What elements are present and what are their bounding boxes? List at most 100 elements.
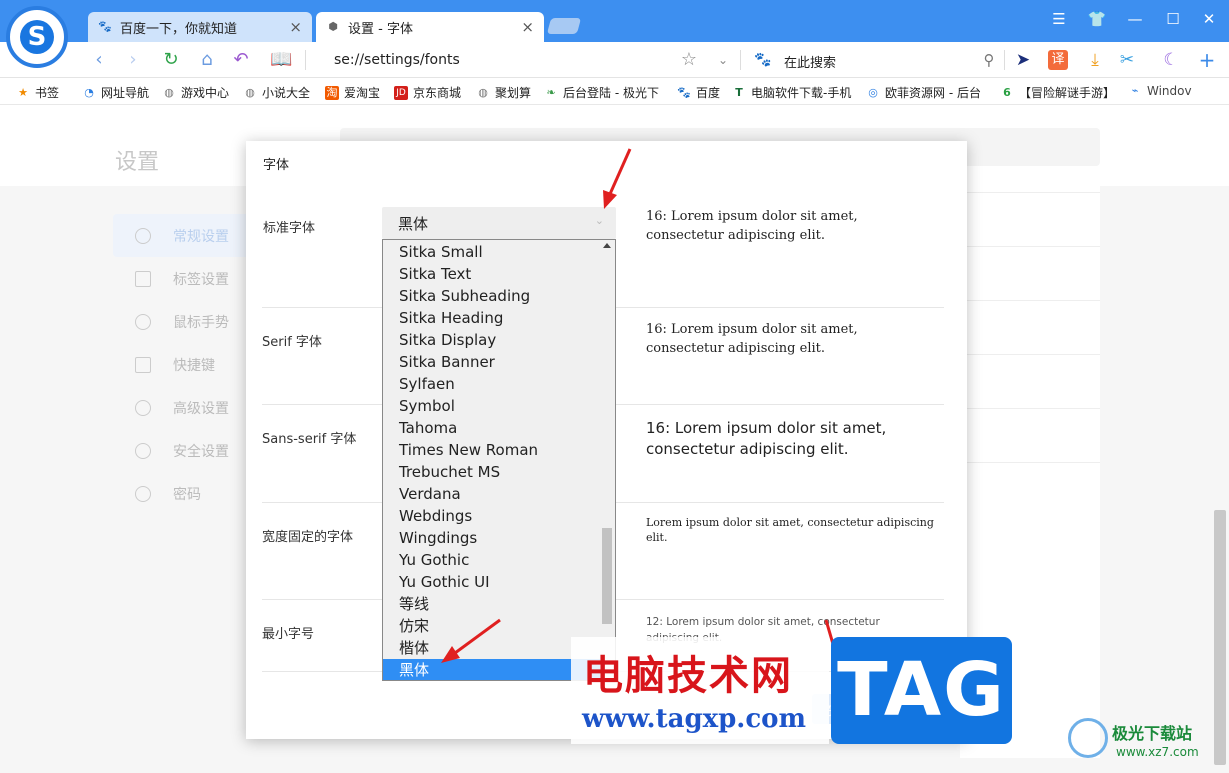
dropdown-option[interactable]: Symbol: [383, 395, 601, 417]
scroll-up-icon[interactable]: [603, 243, 611, 248]
bookmark-item[interactable]: ◎ 欧菲资源网 - 后台: [866, 84, 981, 101]
shortcut-icon: [135, 356, 151, 373]
bookmark-item[interactable]: ⌁ Windov: [1128, 84, 1192, 98]
maximize-icon[interactable]: ☐: [1160, 10, 1186, 28]
bookmark-item[interactable]: ★ 书签: [16, 84, 59, 101]
dropdown-option[interactable]: Wingdings: [383, 527, 601, 549]
undo-icon[interactable]: ↶: [230, 50, 252, 70]
minimize-icon[interactable]: —: [1122, 10, 1148, 28]
fixed-width-font-label: 宽度固定的字体: [262, 530, 354, 545]
translate-icon[interactable]: 译: [1048, 50, 1068, 70]
dropdown-option[interactable]: Sitka Small: [383, 241, 601, 263]
bookmark-label: 京东商城: [413, 86, 462, 100]
cursor-icon[interactable]: ➤: [1012, 50, 1034, 70]
sidebar-item-gestures[interactable]: 鼠标手势: [113, 300, 253, 343]
menu-icon[interactable]: ☰: [1046, 10, 1072, 28]
tab-settings-fonts[interactable]: ⬢ 设置 - 字体 ×: [316, 12, 544, 42]
bookmark-item[interactable]: ◔ 网址导航: [82, 84, 149, 101]
bookmark-item[interactable]: T 电脑软件下载-手机: [732, 84, 851, 101]
user-icon: [135, 485, 151, 502]
search-icon[interactable]: ⚲: [978, 50, 1000, 70]
sidebar-item-shortcuts[interactable]: 快捷键: [113, 343, 253, 386]
baidu-paw-icon: 🐾: [677, 85, 691, 99]
star-bookmark-icon[interactable]: ☆: [678, 50, 700, 70]
forward-icon[interactable]: ›: [122, 50, 144, 70]
font-dropdown-list[interactable]: Sitka Small Sitka Text Sitka Subheading Sit…: [382, 239, 616, 681]
jd-icon: JD: [394, 85, 408, 100]
dropdown-option[interactable]: 等线: [383, 593, 601, 615]
screenshot-icon[interactable]: ✂: [1116, 50, 1138, 70]
sidebar-item-tabs[interactable]: 标签设置: [113, 257, 253, 300]
reader-icon[interactable]: 📖: [270, 50, 292, 70]
dropdown-option[interactable]: Times New Roman: [383, 439, 601, 461]
bookmark-item[interactable]: ◍ 游戏中心: [162, 84, 229, 101]
dropdown-option[interactable]: Yu Gothic: [383, 549, 601, 571]
scroll-thumb[interactable]: [602, 528, 612, 624]
standard-font-select[interactable]: 黑体 ⌄: [382, 207, 616, 239]
dropdown-option[interactable]: Tahoma: [383, 417, 601, 439]
address-bar: ‹ › ↻ ⌂ ↶ 📖 se://settings/fonts ☆ ⌄ 🐾 在此…: [0, 42, 1229, 78]
sidebar-item-password[interactable]: 密码: [113, 472, 253, 515]
sidebar-item-label: 标签设置: [173, 271, 229, 288]
divider: [305, 50, 306, 70]
dropdown-option[interactable]: Sitka Subheading: [383, 285, 601, 307]
home-icon[interactable]: ⌂: [196, 50, 218, 70]
bookmark-item[interactable]: 淘爱淘宝: [325, 84, 380, 101]
bookmark-label: 游戏中心: [181, 86, 230, 100]
leaf-icon: ❧: [546, 85, 556, 99]
close-icon[interactable]: ×: [521, 18, 534, 36]
sidebar-item-general[interactable]: 常规设置: [113, 214, 253, 257]
skin-icon[interactable]: 👕: [1084, 10, 1110, 28]
divider: [740, 50, 741, 70]
chevron-down-icon: ⌄: [594, 214, 604, 227]
dropdown-option[interactable]: Sitka Display: [383, 329, 601, 351]
dropdown-option[interactable]: Yu Gothic UI: [383, 571, 601, 593]
minimum-size-label: 最小字号: [262, 627, 315, 642]
dialog-title: 字体: [263, 158, 290, 173]
chevron-down-icon[interactable]: ⌄: [712, 50, 734, 70]
page-scrollbar[interactable]: [1214, 510, 1226, 765]
search-input[interactable]: 在此搜索: [784, 52, 836, 71]
dropdown-option[interactable]: Sitka Text: [383, 263, 601, 285]
dropdown-option[interactable]: Webdings: [383, 505, 601, 527]
dropdown-option[interactable]: Sylfaen: [383, 373, 601, 395]
dropdown-option[interactable]: 仿宋: [383, 615, 601, 637]
bookmark-item[interactable]: 🐾 百度: [677, 84, 720, 101]
divider: [960, 408, 1100, 409]
taobao-icon: 淘: [325, 85, 339, 100]
dropdown-scrollbar[interactable]: [600, 240, 615, 680]
watermark-globe-icon: [1068, 718, 1108, 758]
globe-icon: ◍: [164, 85, 174, 99]
bookmark-item[interactable]: JD 京东商城: [394, 84, 461, 101]
window-close-icon[interactable]: ✕: [1196, 10, 1222, 28]
url-field[interactable]: se://settings/fonts: [334, 52, 460, 68]
divider: [1004, 50, 1005, 70]
bookmark-label: 欧菲资源网 - 后台: [885, 86, 981, 100]
night-mode-icon[interactable]: ☾: [1160, 50, 1182, 70]
bookmark-item[interactable]: ◍ 聚划算: [476, 84, 531, 101]
download-icon[interactable]: ⤓: [1084, 50, 1106, 70]
bookmark-item[interactable]: ◍ 小说大全: [243, 84, 310, 101]
sidebar-item-security[interactable]: 安全设置: [113, 429, 253, 472]
close-icon[interactable]: ×: [289, 18, 302, 36]
bookmark-item[interactable]: ❧ 后台登陆 - 极光下: [544, 84, 659, 101]
sidebar-item-advanced[interactable]: 高级设置: [113, 386, 253, 429]
fixed-width-font-preview: Lorem ipsum dolor sit amet, consectetur …: [646, 516, 934, 544]
new-tab-button[interactable]: [546, 18, 582, 34]
bookmark-label: 百度: [696, 86, 721, 100]
plus-icon[interactable]: +: [1196, 50, 1218, 70]
bookmark-item[interactable]: 6 【冒险解谜手游】: [1000, 84, 1115, 101]
dropdown-option[interactable]: 楷体: [383, 637, 601, 659]
dropdown-option[interactable]: Trebuchet MS: [383, 461, 601, 483]
sans-serif-font-label: Sans-serif 字体: [262, 432, 357, 447]
star-icon: ★: [18, 85, 28, 99]
refresh-icon[interactable]: ↻: [160, 50, 182, 70]
dropdown-option[interactable]: Sitka Banner: [383, 351, 601, 373]
tab-baidu[interactable]: 🐾 百度一下，你就知道 ×: [88, 12, 312, 42]
dropdown-option[interactable]: Verdana: [383, 483, 601, 505]
bookmark-label: 电脑软件下载-手机: [751, 86, 852, 100]
back-icon[interactable]: ‹: [88, 50, 110, 70]
dropdown-option[interactable]: 黑体: [383, 659, 601, 680]
dropdown-option[interactable]: Sitka Heading: [383, 307, 601, 329]
search-engine-icon[interactable]: 🐾: [752, 50, 774, 70]
